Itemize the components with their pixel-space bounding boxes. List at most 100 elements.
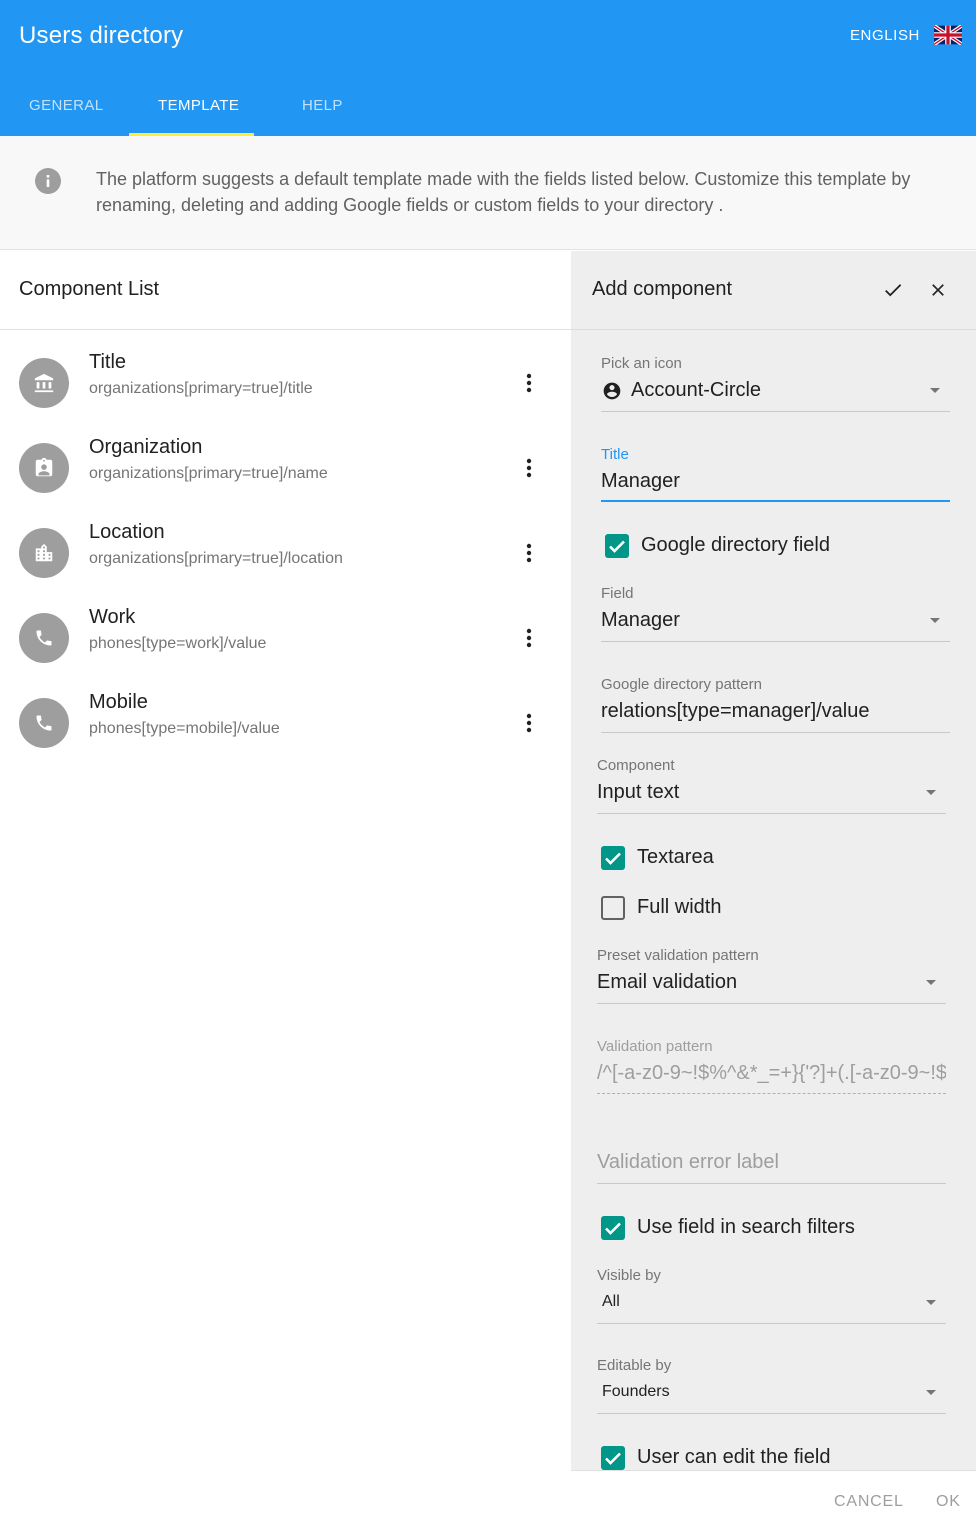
avatar [19, 443, 69, 493]
more-vert-icon[interactable] [518, 538, 540, 568]
add-component-title: Add component [592, 278, 733, 300]
user-can-edit-label[interactable]: User can edit the field [637, 1446, 830, 1469]
avatar [19, 698, 69, 748]
field-underline [597, 1323, 946, 1324]
field-underline-disabled [597, 1093, 946, 1094]
component-item-work[interactable]: Work phones[type=work]/value [0, 606, 571, 698]
add-component-header: Add component [571, 251, 976, 330]
component-name: Work [89, 606, 136, 628]
google-pattern-label: Google directory pattern [601, 676, 762, 693]
dialog-footer: CANCEL OK [571, 1470, 976, 1518]
avatar [19, 528, 69, 578]
ok-button[interactable]: OK [936, 1493, 961, 1511]
field-select[interactable]: Field Manager [601, 585, 950, 642]
phone-icon [36, 630, 52, 646]
component-name: Title [89, 351, 127, 373]
full-width-label[interactable]: Full width [637, 896, 721, 919]
google-pattern-field[interactable]: Google directory pattern relations[type=… [601, 676, 950, 733]
check-icon [605, 1222, 621, 1235]
chevron-down-icon [926, 1390, 936, 1395]
component-item-organization[interactable]: Organization organizations[primary=true]… [0, 436, 571, 528]
chevron-down-icon [926, 790, 936, 795]
chevron-down-icon [930, 618, 940, 623]
preset-validation-label: Preset validation pattern [597, 947, 759, 964]
search-filters-label[interactable]: Use field in search filters [637, 1216, 855, 1239]
more-vert-icon[interactable] [518, 708, 540, 738]
textarea-checkbox[interactable] [601, 846, 625, 870]
more-vert-icon[interactable] [518, 368, 540, 398]
component-path: organizations[primary=true]/location [89, 550, 343, 567]
component-list-header: Component List [0, 251, 571, 330]
component-name: Location [89, 521, 165, 543]
visible-by-select[interactable]: Visible by All [597, 1267, 946, 1324]
field-underline [597, 813, 946, 814]
editable-by-value: Founders [602, 1383, 670, 1400]
search-filters-checkbox[interactable] [601, 1216, 625, 1240]
field-underline [601, 411, 950, 412]
google-directory-label[interactable]: Google directory field [641, 534, 830, 557]
title-field-label: Title [601, 446, 629, 463]
confirm-check-icon[interactable] [880, 277, 906, 303]
component-name: Organization [89, 436, 203, 458]
more-vert-icon[interactable] [518, 453, 540, 483]
chevron-down-icon [926, 1300, 936, 1305]
component-item-mobile[interactable]: Mobile phones[type=mobile]/value [0, 691, 571, 783]
field-underline [597, 1183, 946, 1184]
tab-template[interactable]: TEMPLATE [129, 78, 254, 136]
tab-label: GENERAL [29, 97, 104, 114]
component-label: Component [597, 757, 675, 774]
validation-pattern-label: Validation pattern [597, 1038, 713, 1055]
validation-error-field[interactable]: Validation error label [597, 1147, 946, 1185]
google-pattern-value: relations[type=manager]/value [601, 700, 870, 722]
preset-validation-select[interactable]: Preset validation pattern Email validati… [597, 947, 946, 1004]
full-width-checkbox[interactable] [601, 896, 625, 920]
field-underline [601, 641, 950, 642]
tab-general[interactable]: GENERAL [0, 78, 129, 136]
component-list-panel: Component List Title organizations[prima… [0, 251, 571, 1518]
editable-by-select[interactable]: Editable by Founders [597, 1357, 946, 1414]
uk-flag-icon [934, 25, 962, 45]
component-path: organizations[primary=true]/title [89, 380, 313, 397]
language-selector[interactable]: ENGLISH [850, 25, 962, 45]
add-component-panel: Add component Pick an icon Account-Circl… [571, 251, 976, 1470]
title-field-value: Manager [601, 470, 680, 492]
component-item-title[interactable]: Title organizations[primary=true]/title [0, 351, 571, 443]
field-underline [601, 732, 950, 733]
close-icon[interactable] [925, 277, 951, 303]
avatar [19, 358, 69, 408]
info-banner: The platform suggests a default template… [0, 136, 976, 250]
field-underline [597, 1413, 946, 1414]
editable-by-label: Editable by [597, 1357, 672, 1374]
tab-label: HELP [302, 97, 343, 114]
component-path: phones[type=work]/value [89, 635, 267, 652]
google-directory-checkbox[interactable] [605, 534, 629, 558]
info-icon [35, 168, 61, 194]
component-select[interactable]: Component Input text [597, 757, 946, 814]
pick-icon-select[interactable]: Pick an icon Account-Circle [601, 355, 950, 412]
badge-icon [35, 457, 53, 477]
chevron-down-icon [926, 980, 936, 985]
pick-icon-value: Account-Circle [631, 379, 762, 401]
more-vert-icon[interactable] [518, 623, 540, 653]
check-icon [605, 1452, 621, 1465]
language-label: ENGLISH [849, 26, 920, 44]
pick-icon-label: Pick an icon [601, 355, 682, 372]
tab-help[interactable]: HELP [254, 78, 390, 136]
component-name: Mobile [89, 691, 148, 713]
tab-bar: GENERAL TEMPLATE HELP [0, 78, 390, 136]
component-value: Input text [597, 781, 680, 803]
account-circle-icon [603, 382, 621, 400]
check-icon [609, 540, 625, 553]
cancel-button[interactable]: CANCEL [834, 1493, 904, 1511]
component-item-location[interactable]: Location organizations[primary=true]/loc… [0, 521, 571, 613]
user-can-edit-checkbox[interactable] [601, 1446, 625, 1470]
validation-pattern-field: Validation pattern /^[-a-z0-9~!$%^&*_=+}… [597, 1038, 946, 1095]
bank-icon [34, 373, 54, 393]
avatar [19, 613, 69, 663]
validation-error-placeholder: Validation error label [597, 1151, 779, 1173]
field-label: Field [601, 585, 634, 602]
textarea-label[interactable]: Textarea [637, 846, 714, 869]
phone-icon [36, 715, 52, 731]
city-icon [35, 543, 53, 562]
title-field[interactable]: Title Manager [601, 446, 950, 503]
